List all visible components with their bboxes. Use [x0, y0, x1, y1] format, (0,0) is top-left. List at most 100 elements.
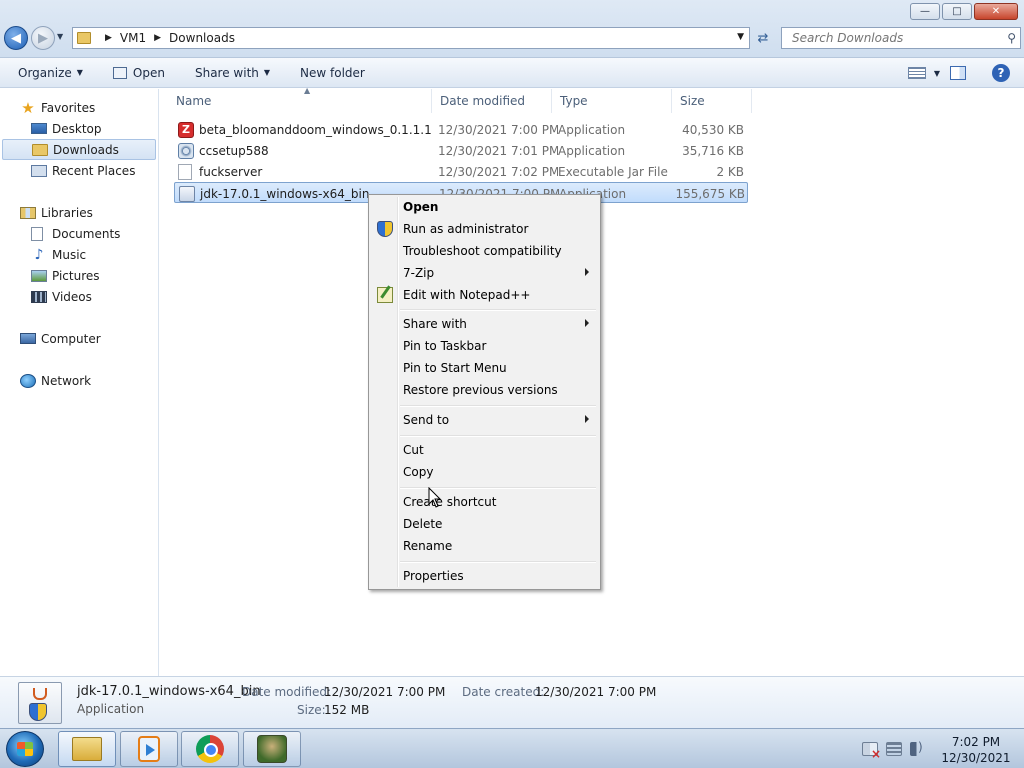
desktop-icon	[31, 123, 47, 134]
menu-item-rename[interactable]: Rename	[372, 535, 597, 557]
menu-item-pin-to-start-menu[interactable]: Pin to Start Menu	[372, 357, 597, 379]
minimize-button[interactable]: —	[910, 3, 940, 20]
nav-item-recent-places[interactable]: Recent Places	[0, 160, 158, 181]
menu-item-troubleshoot-compatibility[interactable]: Troubleshoot compatibility	[372, 240, 597, 262]
column-header-date-modified[interactable]: Date modified	[432, 89, 552, 113]
menu-item-restore-previous-versions[interactable]: Restore previous versions	[372, 379, 597, 401]
menu-item-cut[interactable]: Cut	[372, 439, 597, 461]
breadcrumb-vm1[interactable]: VM1	[120, 31, 146, 45]
nav-network[interactable]: Network	[0, 370, 158, 391]
network-status-icon[interactable]	[886, 742, 902, 756]
submenu-arrow-icon	[585, 415, 589, 423]
forward-arrow-icon: ▶	[38, 30, 48, 46]
nav-libraries[interactable]: Libraries	[0, 202, 158, 223]
maximize-icon: □	[952, 5, 962, 17]
refresh-button[interactable]: ⇄	[752, 27, 774, 49]
file-name: jdk-17.0.1_windows-x64_bin	[200, 186, 370, 201]
menu-item-share-with[interactable]: Share with	[372, 313, 597, 335]
window-chrome: — □ ✕ ◀ ▶ ▼ ▶ VM1 ▶ Downloads ▼ ⇄ ⚲	[0, 0, 1024, 58]
menu-item-label: Create shortcut	[403, 495, 497, 509]
nav-item-downloads[interactable]: Downloads	[2, 139, 156, 160]
minimize-icon: —	[920, 5, 930, 17]
search-icon[interactable]: ⚲	[1007, 31, 1016, 45]
menu-item-run-as-administrator[interactable]: Run as administrator	[372, 218, 597, 240]
nav-favorites[interactable]: ★ Favorites	[0, 97, 158, 118]
action-center-flag-icon[interactable]	[862, 742, 881, 761]
taskbar-chrome[interactable]	[181, 731, 239, 767]
taskbar-explorer[interactable]	[58, 731, 116, 767]
preview-pane-icon[interactable]	[950, 66, 966, 80]
nav-item-desktop[interactable]: Desktop	[0, 118, 158, 139]
menu-item-send-to[interactable]: Send to	[372, 409, 597, 431]
maximize-button[interactable]: □	[942, 3, 972, 20]
recent-pages-dropdown[interactable]: ▼	[57, 32, 63, 41]
menu-item-label: Edit with Notepad++	[403, 288, 531, 302]
menu-item-pin-to-taskbar[interactable]: Pin to Taskbar	[372, 335, 597, 357]
nav-item-documents[interactable]: Documents	[0, 223, 158, 244]
help-icon[interactable]: ?	[992, 64, 1010, 82]
submenu-arrow-icon	[585, 319, 589, 327]
details-pane: jdk-17.0.1_windows-x64_bin Application D…	[0, 676, 1024, 728]
address-bar[interactable]: ▶ VM1 ▶ Downloads ▼	[72, 27, 750, 49]
share-with-button[interactable]: Share with ▼	[185, 61, 280, 85]
menu-item-label: Pin to Taskbar	[403, 339, 487, 353]
column-header-label: Date modified	[440, 94, 526, 108]
nav-computer-label: Computer	[41, 331, 101, 346]
organize-button[interactable]: Organize ▼	[0, 61, 93, 85]
chrome-icon	[196, 735, 224, 763]
details-file-name: jdk-17.0.1_windows-x64_bin	[77, 684, 261, 699]
system-clock[interactable]: 7:02 PM 12/30/2021	[940, 734, 1012, 766]
column-header-type[interactable]: Type	[552, 89, 672, 113]
breadcrumb-downloads[interactable]: Downloads	[169, 31, 235, 45]
menu-item-label: Run as administrator	[403, 222, 529, 236]
taskbar-bloom-and-doom[interactable]	[243, 731, 301, 767]
nav-libraries-label: Libraries	[41, 205, 93, 220]
start-button[interactable]	[6, 731, 44, 767]
file-name: beta_bloomanddoom_windows_0.1.1.101...	[199, 122, 432, 137]
nav-item-videos[interactable]: Videos	[0, 286, 158, 307]
menu-item-copy[interactable]: Copy	[372, 461, 597, 483]
address-dropdown-icon[interactable]: ▼	[737, 32, 744, 42]
file-row[interactable]: Zbeta_bloomanddoom_windows_0.1.1.101... …	[174, 119, 748, 140]
close-button[interactable]: ✕	[974, 3, 1018, 20]
back-arrow-icon: ◀	[11, 30, 21, 46]
nav-item-music[interactable]: ♪ Music	[0, 244, 158, 265]
menu-item-properties[interactable]: Properties	[372, 565, 597, 587]
new-folder-button[interactable]: New folder	[290, 61, 375, 85]
navigation-pane: ★ Favorites Desktop Downloads Recent Plac…	[0, 89, 159, 676]
open-button[interactable]: Open	[103, 61, 175, 85]
nav-computer[interactable]: Computer	[0, 328, 158, 349]
context-menu: Open Run as administrator Troubleshoot c…	[368, 194, 601, 590]
nav-item-label: Recent Places	[52, 163, 136, 178]
menu-separator	[400, 309, 596, 311]
file-row[interactable]: fuckserver 12/30/2021 7:02 PM Executable…	[174, 161, 748, 182]
taskbar-media-player[interactable]	[120, 731, 178, 767]
search-input[interactable]	[790, 30, 990, 46]
menu-item-edit-with-notepad[interactable]: Edit with Notepad++	[372, 284, 597, 306]
windows-logo-icon	[17, 742, 33, 756]
change-view-icon[interactable]	[907, 67, 926, 79]
menu-item-create-shortcut[interactable]: Create shortcut	[372, 491, 597, 513]
file-name: fuckserver	[199, 164, 263, 179]
menu-item-delete[interactable]: Delete	[372, 513, 597, 535]
breadcrumb-chevron-icon[interactable]: ▶	[105, 33, 112, 43]
nav-item-pictures[interactable]: Pictures	[0, 265, 158, 286]
forward-button[interactable]: ▶	[31, 26, 55, 50]
menu-item-7zip[interactable]: 7-Zip	[372, 262, 597, 284]
menu-item-open[interactable]: Open	[372, 196, 597, 218]
view-options-dropdown-icon[interactable]: ▼	[934, 69, 940, 78]
back-button[interactable]: ◀	[4, 26, 28, 50]
breadcrumb-chevron-icon[interactable]: ▶	[154, 33, 161, 43]
column-header-size[interactable]: Size	[672, 89, 752, 113]
command-bar: Organize ▼ Open Share with ▼ New folder ▼ …	[0, 58, 1024, 88]
nav-item-label: Pictures	[52, 268, 100, 283]
open-label: Open	[132, 65, 165, 80]
column-header-label: Size	[680, 94, 705, 108]
search-box[interactable]: ⚲	[781, 27, 1021, 49]
column-header-name[interactable]: Name ▲	[168, 86, 432, 113]
videos-icon	[31, 290, 47, 303]
nav-item-label: Music	[52, 247, 87, 262]
file-size: 40,530 KB	[682, 122, 744, 137]
file-row[interactable]: ccsetup588 12/30/2021 7:01 PM Applicatio…	[174, 140, 748, 161]
volume-icon[interactable]	[910, 740, 926, 756]
